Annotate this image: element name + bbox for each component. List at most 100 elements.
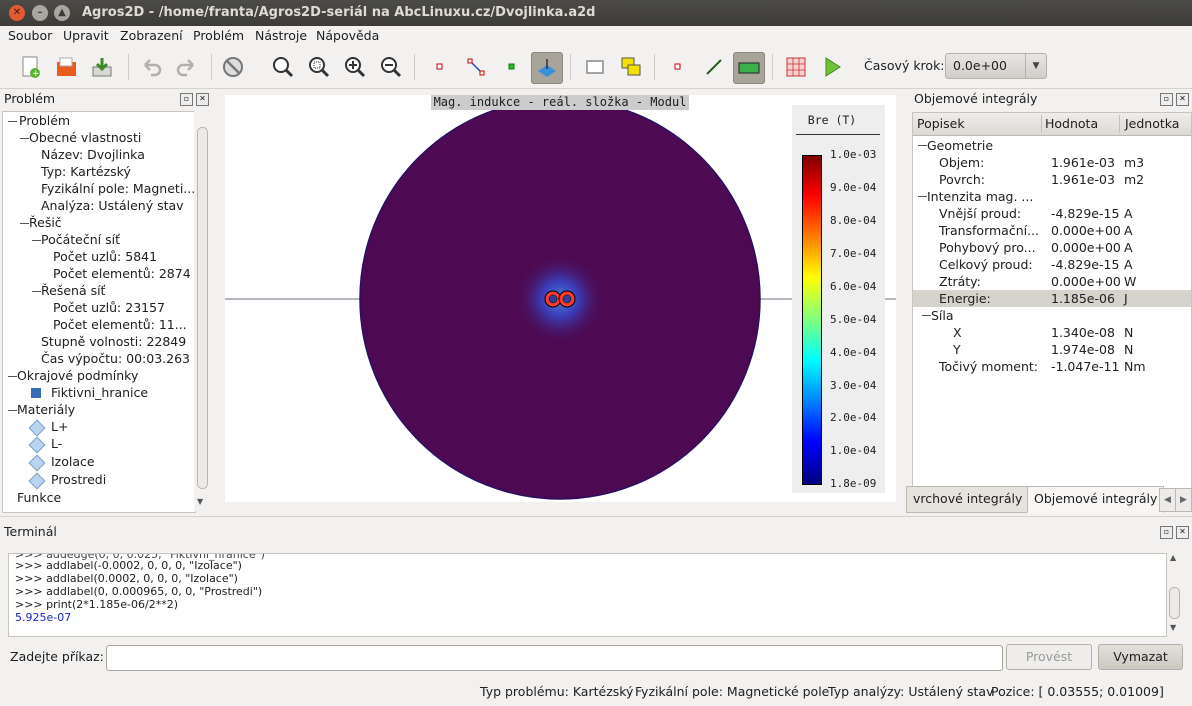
column-header[interactable]: Popisek <box>917 116 965 131</box>
column-header[interactable]: Hodnota <box>1045 116 1098 131</box>
terminal-title: Terminál <box>4 524 57 539</box>
table-row[interactable]: Ztráty: 0.000e+00 W <box>913 273 1191 290</box>
scrollbar-thumb[interactable] <box>1169 587 1180 619</box>
new-document-icon[interactable]: + <box>15 52 45 82</box>
float-dock-icon[interactable]: ▫ <box>180 93 193 106</box>
redo-icon[interactable] <box>172 52 202 82</box>
tab-scroll-left-icon[interactable]: ◀ <box>1159 488 1176 512</box>
zoom-out-icon[interactable] <box>376 52 406 82</box>
tree-item-material-prostredi[interactable]: Prostredi <box>51 471 106 488</box>
float-dock-icon[interactable]: ▫ <box>1160 526 1173 539</box>
tree-item-dof[interactable]: Stupně volnosti: 22849 <box>41 333 186 350</box>
table-row[interactable]: Objem: 1.961e-03 m3 <box>913 154 1191 171</box>
tree-item-boundaries[interactable]: Okrajové podmínky <box>17 367 138 384</box>
tab-scroll-right-icon[interactable]: ▶ <box>1175 488 1192 512</box>
tree-item-sol-elements[interactable]: Počet elementů: 11... <box>53 316 187 333</box>
tree-item-time[interactable]: Čas výpočtu: 00:03.263 <box>41 350 190 367</box>
solve-icon[interactable] <box>817 52 847 82</box>
tree-item-boundary[interactable]: Fiktivni_hranice <box>51 384 148 401</box>
tree-item-material-lplus[interactable]: L+ <box>51 418 68 435</box>
table-row[interactable]: Celkový proud: -4.829e-15 A <box>913 256 1191 273</box>
table-row[interactable]: Síla <box>913 307 1191 324</box>
save-icon[interactable] <box>87 52 117 82</box>
table-row[interactable]: Energie: 1.185e-06 J <box>913 290 1191 307</box>
menu-upravit[interactable]: Upravit <box>63 28 109 43</box>
clear-button[interactable]: Vymazat <box>1098 644 1183 670</box>
rectangle-select-icon[interactable] <box>580 52 610 82</box>
menu-zobrazeni[interactable]: Zobrazení <box>120 28 183 43</box>
postprocessor-mode-icon[interactable] <box>531 52 563 84</box>
terminal-output[interactable]: >>> addedge(0, 0, 0.025, "Fiktivni_hrani… <box>8 553 1167 637</box>
tree-item-functions[interactable]: Funkce <box>17 489 61 506</box>
zoom-in-icon[interactable] <box>340 52 370 82</box>
row-value: 0.000e+00 <box>1051 240 1121 255</box>
tree-item-field[interactable]: Fyzikální pole: Magneti... <box>41 180 195 197</box>
legend-tick: 8.0e-04 <box>830 214 877 227</box>
column-header[interactable]: Jednotka <box>1125 116 1179 131</box>
tree-item-initial-mesh[interactable]: Počáteční síť <box>41 231 120 248</box>
table-row[interactable]: Y 1.974e-08 N <box>913 341 1191 358</box>
legend-tick: 1.8e-09 <box>830 477 877 490</box>
edge-mode-icon[interactable] <box>461 52 491 82</box>
tab-surface-integrals[interactable]: vrchové integrály <box>906 486 1030 513</box>
tree-item-general[interactable]: Obecné vlastnosti <box>29 129 141 146</box>
tree-item-init-elements[interactable]: Počet elementů: 2874 <box>53 265 191 282</box>
row-label: Točivý moment: <box>939 359 1038 374</box>
menu-problem[interactable]: Problém <box>193 28 244 43</box>
maximize-window-button[interactable]: ▲ <box>54 5 70 21</box>
float-dock-icon[interactable]: ▫ <box>1160 93 1173 106</box>
volume-integral-icon[interactable] <box>733 52 765 84</box>
tree-item-problem[interactable]: Problém <box>19 112 70 129</box>
tree-item-solver[interactable]: Řešič <box>29 214 62 231</box>
label-mode-icon[interactable] <box>497 52 527 82</box>
close-dock-icon[interactable]: ✕ <box>1176 526 1189 539</box>
chevron-down-icon[interactable]: ▼ <box>1025 54 1046 78</box>
close-dock-icon[interactable]: ✕ <box>1176 93 1189 106</box>
mesh-icon[interactable] <box>781 52 811 82</box>
line-icon[interactable] <box>699 52 729 82</box>
legend-tick: 4.0e-04 <box>830 346 877 359</box>
tree-scrollbar[interactable]: ▼ <box>194 111 209 511</box>
minimize-window-button[interactable]: – <box>32 5 48 21</box>
tree-item-materials[interactable]: Materiály <box>17 401 75 418</box>
postprocessor-view[interactable]: Mag. indukce - reál. složka - Modul Bre … <box>225 95 896 502</box>
table-row[interactable]: X 1.340e-08 N <box>913 324 1191 341</box>
scroll-down-icon[interactable]: ▼ <box>197 497 203 506</box>
table-row[interactable]: Vnější proud: -4.829e-15 A <box>913 205 1191 222</box>
tree-item-material-izolace[interactable]: Izolace <box>51 453 95 470</box>
run-button[interactable]: Provést <box>1006 644 1092 670</box>
tree-item-material-lminus[interactable]: L- <box>51 435 62 452</box>
terminal-scrollbar[interactable]: ▲ ▼ <box>1166 553 1182 635</box>
tree-item-solved-mesh[interactable]: Řešená síť <box>41 282 105 299</box>
table-row[interactable]: Točivý moment: -1.047e-11 Nm <box>913 358 1191 375</box>
stop-icon[interactable] <box>218 52 248 82</box>
table-row[interactable]: Povrch: 1.961e-03 m2 <box>913 171 1191 188</box>
tree-item-name[interactable]: Název: Dvojlinka <box>41 146 145 163</box>
menu-nastroje[interactable]: Nástroje <box>255 28 307 43</box>
menu-soubor[interactable]: Soubor <box>8 28 52 43</box>
tree-item-init-nodes[interactable]: Počet uzlů: 5841 <box>53 248 157 265</box>
zoom-region-icon[interactable] <box>304 52 334 82</box>
tree-item-sol-nodes[interactable]: Počet uzlů: 23157 <box>53 299 165 316</box>
tree-item-analysis[interactable]: Analýza: Ustálený stav <box>41 197 184 214</box>
close-dock-icon[interactable]: ✕ <box>196 93 209 106</box>
command-input[interactable] <box>106 645 1003 671</box>
zoom-best-fit-icon[interactable] <box>268 52 298 82</box>
table-row[interactable]: Transformační... 0.000e+00 A <box>913 222 1191 239</box>
menu-napoveda[interactable]: Nápověda <box>316 28 379 43</box>
scroll-down-icon[interactable]: ▼ <box>1170 623 1176 632</box>
time-step-combobox[interactable]: 0.0e+00 ▼ <box>945 53 1047 79</box>
open-folder-icon[interactable] <box>51 52 81 82</box>
scroll-up-icon[interactable]: ▲ <box>1170 553 1176 562</box>
scrollbar-thumb[interactable] <box>197 127 208 489</box>
table-row[interactable]: Pohybový pro... 0.000e+00 A <box>913 239 1191 256</box>
tab-volume-integrals[interactable]: Objemové integrály <box>1027 486 1165 513</box>
tree-item-type[interactable]: Typ: Kartézský <box>41 163 131 180</box>
node-marker-icon[interactable] <box>663 52 693 82</box>
table-row[interactable]: Intenzita mag. ... <box>913 188 1191 205</box>
undo-icon[interactable] <box>136 52 166 82</box>
copy-icon[interactable] <box>616 52 646 82</box>
close-window-button[interactable]: ✕ <box>9 5 25 21</box>
node-mode-icon[interactable] <box>425 52 455 82</box>
table-row[interactable]: Geometrie <box>913 137 1191 154</box>
